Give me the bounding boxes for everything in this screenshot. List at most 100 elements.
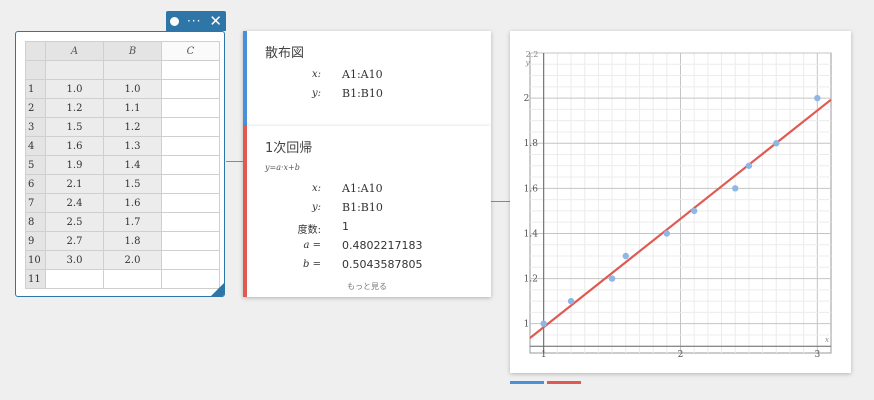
show-more-link[interactable]: もっと見る (243, 281, 491, 292)
frequency-label: 度数: (297, 225, 321, 236)
cell-a[interactable]: 1.0 (45, 79, 104, 99)
row-header[interactable]: 8 (25, 212, 46, 232)
cell-c[interactable] (161, 231, 220, 251)
cell-a[interactable]: 1.6 (45, 136, 104, 156)
cell-b[interactable]: 1.6 (103, 193, 162, 213)
row-header[interactable]: 6 (25, 174, 46, 194)
data-point (814, 94, 821, 102)
cell-a[interactable]: 2.7 (45, 231, 104, 251)
cell-b[interactable]: 1.7 (103, 212, 162, 232)
x-axis-label: x (825, 336, 829, 344)
cell-b[interactable]: 1.5 (103, 174, 162, 194)
row-header[interactable]: 7 (25, 193, 46, 213)
cell-b[interactable]: 1.4 (103, 155, 162, 175)
coef-b-label: b = (303, 259, 321, 270)
graph-card[interactable]: 1 2 3 1 1.2 1.4 1.6 1.8 2 2.2 y x (510, 31, 851, 373)
table-row: 4 1.6 1.3 (25, 136, 220, 156)
scatter-chart[interactable]: 1 2 311.21.41.61.822.2yx (510, 31, 851, 373)
column-header-a[interactable]: A (45, 41, 104, 61)
cell-c[interactable] (161, 98, 220, 118)
data-point (622, 252, 629, 260)
dot-icon[interactable] (169, 16, 179, 26)
cell-b[interactable]: 1.2 (103, 117, 162, 137)
column-header-c[interactable]: C (161, 41, 220, 61)
cell-c[interactable] (161, 174, 220, 194)
row-header[interactable]: 1 (25, 79, 46, 99)
y-tick-label: 1.8 (524, 139, 539, 149)
cell-b[interactable]: 1.8 (103, 231, 162, 251)
cell-b[interactable]: 2.0 (103, 250, 162, 270)
cell-a[interactable] (45, 269, 104, 289)
y-tick-label: 1.4 (524, 229, 539, 239)
cell-c[interactable] (161, 136, 220, 156)
connector-line (491, 201, 510, 202)
more-icon[interactable]: ··· (187, 15, 201, 27)
connector-line (226, 161, 243, 162)
row-header[interactable]: 10 (25, 250, 46, 270)
tab-indicator-scatter[interactable] (510, 381, 544, 384)
spreadsheet-toolbar: ··· ✕ (166, 11, 226, 31)
row-header[interactable]: 11 (25, 269, 46, 289)
y-tick-label: 1 (524, 320, 530, 330)
data-point (567, 297, 575, 305)
close-icon[interactable]: ✕ (209, 14, 222, 29)
data-point (745, 162, 753, 169)
table-row: 7 2.4 1.6 (25, 193, 220, 213)
coef-b-value: 0.5043587805 (342, 258, 423, 271)
table-row: 1 1.0 1.0 (25, 79, 220, 99)
x-tick-label: 2 (678, 350, 684, 360)
cell-a[interactable]: 1.2 (45, 98, 104, 118)
y-top-tick-label: 2.2 (526, 50, 539, 59)
scatter-y-value[interactable]: B1:B10 (342, 87, 383, 100)
x-tick-label: 3 (814, 350, 820, 360)
regression-x-label: x: (311, 183, 321, 194)
cell-a[interactable]: 2.5 (45, 212, 104, 232)
x-tick-label: 1 (541, 350, 547, 360)
table-row (25, 60, 220, 80)
scatter-x-value[interactable]: A1:A10 (342, 68, 383, 81)
regression-card[interactable]: 1次回帰 y=a·x+b x: A1:A10 y: B1:B10 度数: 1 a… (243, 126, 491, 297)
row-header[interactable]: 4 (25, 136, 46, 156)
row-header[interactable]: 5 (25, 155, 46, 175)
cell-c[interactable] (161, 155, 220, 175)
cell-c[interactable] (161, 212, 220, 232)
cell-c[interactable] (161, 193, 220, 213)
regression-x-value[interactable]: A1:A10 (342, 182, 383, 195)
frequency-value[interactable]: 1 (342, 220, 349, 233)
table-row: 9 2.7 1.8 (25, 231, 220, 251)
scatter-card[interactable]: 散布図 x: A1:A10 y: B1:B10 (243, 31, 491, 126)
data-point (608, 275, 616, 282)
table-row: 3 1.5 1.2 (25, 117, 220, 137)
cell-a[interactable]: 3.0 (45, 250, 104, 270)
regression-y-label: y: (311, 202, 321, 213)
row-header[interactable] (25, 60, 46, 80)
cell[interactable] (103, 60, 162, 80)
grid-corner[interactable] (25, 41, 46, 61)
row-header[interactable]: 2 (25, 98, 46, 118)
cell-a[interactable]: 1.5 (45, 117, 104, 137)
tab-indicator-regression[interactable] (547, 381, 581, 384)
cell[interactable] (45, 60, 104, 80)
cell-a[interactable]: 2.1 (45, 174, 104, 194)
scatter-y-label: y: (311, 88, 321, 99)
cell-b[interactable]: 1.0 (103, 79, 162, 99)
cell-a[interactable]: 2.4 (45, 193, 104, 213)
scatter-card-accent (243, 31, 247, 126)
data-point (773, 140, 780, 147)
resize-handle[interactable] (211, 283, 224, 296)
y-tick-label: 1.6 (524, 184, 539, 194)
cell-c[interactable] (161, 117, 220, 137)
cell-b[interactable]: 1.3 (103, 136, 162, 156)
regression-card-title: 1次回帰 (265, 141, 313, 156)
column-header-b[interactable]: B (103, 41, 162, 61)
cell[interactable] (161, 60, 220, 80)
cell-c[interactable] (161, 250, 220, 270)
data-point (732, 185, 739, 192)
row-header[interactable]: 9 (25, 231, 46, 251)
cell-c[interactable] (161, 79, 220, 99)
cell-a[interactable]: 1.9 (45, 155, 104, 175)
regression-y-value[interactable]: B1:B10 (342, 201, 383, 214)
cell-b[interactable] (103, 269, 162, 289)
cell-b[interactable]: 1.1 (103, 98, 162, 118)
row-header[interactable]: 3 (25, 117, 46, 137)
